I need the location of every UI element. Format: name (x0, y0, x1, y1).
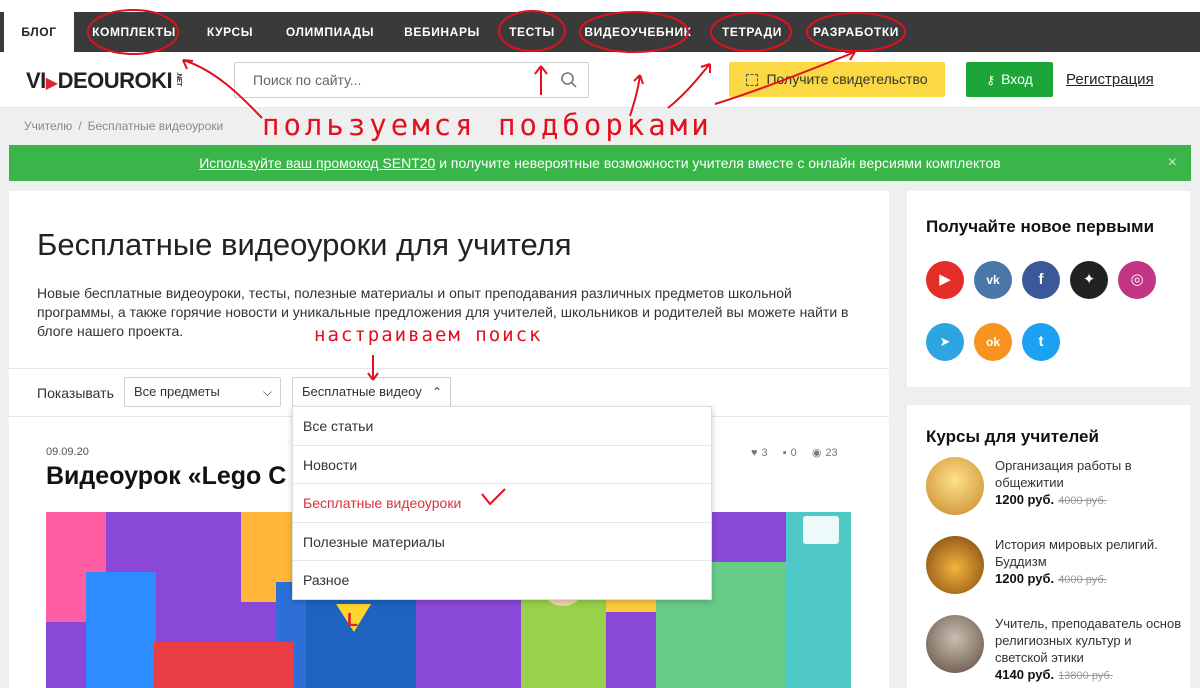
subscribe-panel: Получайте новое первыми ▶ vk f ✦ ◎ ➤ ok … (907, 191, 1190, 387)
logo-play-mark: ▶ (45, 75, 58, 92)
comments-count: 0 (790, 447, 797, 459)
subscribe-title: Получайте новое первыми (926, 217, 1155, 236)
chevron-down-icon: ⌵ (262, 385, 272, 399)
heart-icon[interactable]: ♥ (751, 447, 758, 459)
chevron-up-icon: ⌃ (427, 378, 442, 406)
course-old-price: 4000 руб. (1058, 495, 1107, 507)
certificate-icon (746, 74, 759, 86)
nav-item-tests[interactable]: ТЕСТЫ (500, 12, 564, 52)
main-content: Бесплатные видеоуроки для учителя Новые … (9, 191, 889, 688)
subject-select[interactable]: Все предметы ⌵ (124, 377, 281, 407)
vk-icon[interactable]: vk (974, 261, 1012, 299)
nav-item-blog[interactable]: БЛОГ (4, 12, 74, 52)
category-dropdown: Все статьи Новости Бесплатные видеоуроки… (292, 406, 712, 600)
promo-banner: Используйте ваш промокод SENT20 и получи… (9, 145, 1191, 181)
course-old-price: 13800 руб. (1058, 670, 1113, 682)
post-title[interactable]: Видеоурок «Lego C (46, 462, 286, 491)
dropdown-option-useful[interactable]: Полезные материалы (293, 523, 711, 562)
course-title: История мировых религий. Буддизм (995, 537, 1158, 569)
nav-item-webinars[interactable]: ВЕБИНАРЫ (396, 12, 488, 52)
category-select[interactable]: Бесплатные видеоу ⌃ (292, 377, 451, 407)
get-certificate-button[interactable]: Получите свидетельство (729, 62, 945, 97)
breadcrumb-item-teacher[interactable]: Учителю (24, 119, 72, 133)
course-title: Учитель, преподаватель основ религиозных… (995, 616, 1182, 665)
views-count: 23 (825, 447, 838, 459)
dropdown-option-misc[interactable]: Разное (293, 561, 711, 600)
nav-item-video-textbook[interactable]: ВИДЕОУЧЕБНИК (576, 12, 700, 52)
course-price: 1200 руб. (995, 571, 1055, 586)
logo-text-b: DEOUROKI (57, 68, 173, 93)
svg-text:L: L (347, 610, 358, 630)
instagram-icon[interactable]: ◎ (1118, 261, 1156, 299)
course-price: 1200 руб. (995, 492, 1055, 507)
annotation-collections: пользуемся подборками (262, 108, 713, 142)
site-logo[interactable]: VI▶DEOUROKI .NET (26, 68, 182, 94)
eye-icon: ◉ (811, 447, 822, 459)
search-box (234, 62, 589, 98)
course-price: 4140 руб. (995, 667, 1055, 682)
course-text: История мировых религий. Буддизм 1200 ру… (995, 536, 1185, 589)
site-header: VI▶DEOUROKI .NET Получите свидетельство … (0, 52, 1200, 108)
promo-code-link[interactable]: Используйте ваш промокод SENT20 (199, 155, 435, 171)
course-thumbnail (926, 457, 984, 515)
divider (9, 368, 889, 369)
annotation-search: настраиваем поиск (314, 324, 543, 346)
odnoklassniki-icon[interactable]: ok (974, 323, 1012, 361)
close-icon[interactable]: × (1168, 145, 1177, 181)
dropdown-option-free-videos[interactable]: Бесплатные видеоуроки (293, 484, 711, 523)
filter-label: Показывать (37, 385, 114, 401)
breadcrumb: Учителю / Бесплатные видеоуроки (24, 119, 223, 133)
register-link[interactable]: Регистрация (1066, 71, 1154, 88)
twitter-icon[interactable]: t (1022, 323, 1060, 361)
promo-text: и получите невероятные возможности учите… (435, 155, 1001, 171)
course-old-price: 4000 руб. (1058, 574, 1107, 586)
youtube-icon[interactable]: ▶ (926, 261, 964, 299)
breadcrumb-item-current: Бесплатные видеоуроки (87, 119, 224, 133)
get-certificate-label: Получите свидетельство (766, 71, 928, 87)
nav-item-notebooks[interactable]: ТЕТРАДИ (712, 12, 792, 52)
post-date: 09.09.20 (46, 446, 89, 458)
zen-icon[interactable]: ✦ (1070, 261, 1108, 299)
comment-icon: ▪ (782, 447, 787, 459)
search-icon[interactable] (560, 71, 578, 94)
key-icon: ⚷ (986, 73, 996, 87)
courses-title: Курсы для учителей (926, 427, 1099, 446)
dropdown-option-all[interactable]: Все статьи (293, 407, 711, 446)
subject-select-value: Все предметы (134, 384, 220, 399)
breadcrumb-separator: / (78, 119, 82, 133)
likes-count: 3 (761, 447, 768, 459)
dropdown-option-news[interactable]: Новости (293, 446, 711, 485)
course-title: Организация работы в общежитии (995, 458, 1132, 490)
search-input[interactable] (235, 63, 535, 97)
facebook-icon[interactable]: f (1022, 261, 1060, 299)
nav-item-olympiads[interactable]: ОЛИМПИАДЫ (272, 12, 388, 52)
course-text: Организация работы в общежитии 1200 руб.… (995, 457, 1185, 510)
course-thumbnail (926, 615, 984, 673)
course-thumbnail (926, 536, 984, 594)
telegram-icon[interactable]: ➤ (926, 323, 964, 361)
page-title: Бесплатные видеоуроки для учителя (37, 227, 572, 262)
category-select-value: Бесплатные видеоу (302, 384, 422, 399)
course-text: Учитель, преподаватель основ религиозных… (995, 615, 1185, 685)
login-label: Вход (1001, 71, 1033, 87)
nav-item-kits[interactable]: КОМПЛЕКТЫ (80, 12, 188, 52)
nav-item-courses[interactable]: КУРСЫ (196, 12, 264, 52)
nav-item-developments[interactable]: РАЗРАБОТКИ (802, 12, 910, 52)
logo-net: .NET (175, 72, 183, 86)
logo-text-a: VI (26, 68, 46, 93)
post-stats: ♥ 3 ▪ 0 ◉ 23 (751, 446, 850, 459)
courses-panel: Курсы для учителей Организация работы в … (907, 405, 1190, 688)
top-navigation: БЛОГ КОМПЛЕКТЫ КУРСЫ ОЛИМПИАДЫ ВЕБИНАРЫ … (0, 0, 1200, 52)
login-button[interactable]: ⚷ Вход (966, 62, 1053, 97)
